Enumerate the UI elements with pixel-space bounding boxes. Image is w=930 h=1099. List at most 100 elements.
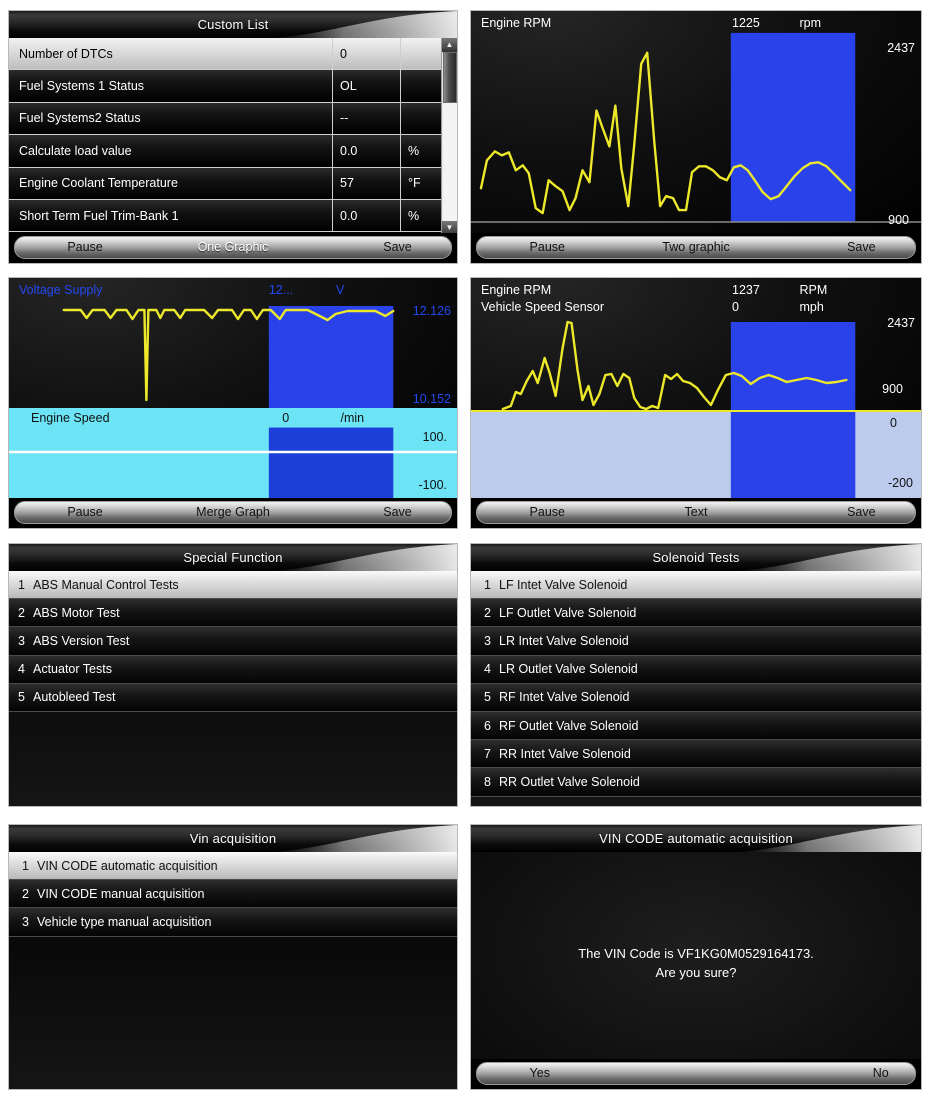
- list-item-label: RF Intet Valve Solenoid: [499, 690, 630, 705]
- list-item-number: 2: [18, 605, 25, 620]
- save-button[interactable]: Save: [383, 505, 412, 519]
- menu-list-special-function: 1 ABS Manual Control Tests 2 ABS Motor Test…: [9, 571, 457, 806]
- list-item[interactable]: 6 RF Outlet Valve Solenoid: [471, 711, 921, 741]
- scrollbar-track[interactable]: [442, 52, 457, 221]
- button-strip: Pause Text Save: [476, 500, 916, 524]
- save-button[interactable]: Save: [383, 240, 412, 254]
- list-item[interactable]: 8 RR Outlet Valve Solenoid: [471, 768, 921, 797]
- list-item[interactable]: 2 LF Outlet Valve Solenoid: [471, 599, 921, 628]
- graph-header-row-vss: Vehicle Speed Sensor 0 mph: [481, 299, 913, 316]
- panel-custom-list: Custom List Number of DTCs 0 Fuel Systems …: [8, 10, 458, 264]
- list-item-label: ABS Version Test: [33, 633, 130, 648]
- list-item-label: Actuator Tests: [33, 662, 112, 677]
- pause-button[interactable]: Pause: [67, 505, 102, 519]
- merge-graph-button[interactable]: Merge Graph: [196, 505, 270, 519]
- yes-button[interactable]: Yes: [530, 1066, 550, 1080]
- list-item[interactable]: 5 Autobleed Test: [9, 683, 457, 712]
- param-value: OL: [332, 70, 400, 102]
- list-item-label: RR Intet Valve Solenoid: [499, 746, 631, 761]
- subgraph-vehicle-speed[interactable]: 0 -200: [471, 410, 921, 498]
- list-item-label: LF Intet Valve Solenoid: [499, 577, 628, 592]
- top-axis-min-label: 900: [882, 382, 903, 396]
- list-item[interactable]: 5 RF Intet Valve Solenoid: [471, 683, 921, 712]
- subgraph-engine-rpm[interactable]: Engine RPM 1237 RPM Vehicle Speed Sensor…: [471, 278, 921, 410]
- param-unit: rpm: [799, 16, 822, 30]
- pause-button[interactable]: Pause: [67, 240, 102, 254]
- save-button[interactable]: Save: [847, 240, 876, 254]
- list-item[interactable]: 7 RR Intet Valve Solenoid: [471, 740, 921, 769]
- subgraph-voltage-supply[interactable]: Voltage Supply 12... V 12.126 10.152: [9, 278, 457, 408]
- param-value: 0.0: [332, 135, 400, 167]
- list-item-label: ABS Motor Test: [33, 605, 120, 620]
- menu-list-solenoid-tests: 1 LF Intet Valve Solenoid 2 LF Outlet Valve…: [471, 571, 921, 806]
- speed-axis-max-label: 100.: [422, 430, 447, 444]
- graph-header-row-rpm: Engine RPM 1237 RPM: [481, 282, 913, 299]
- panel-merge-graph: Voltage Supply 12... V 12.126 10.152 Eng…: [8, 277, 458, 529]
- speed-axis-min-label: -100.: [418, 478, 448, 492]
- list-item[interactable]: 3 Vehicle type manual acquisition: [9, 908, 457, 937]
- param-name: Engine Speed: [31, 411, 110, 425]
- scroll-up-icon[interactable]: ▲: [441, 38, 457, 52]
- list-item-number: 3: [22, 914, 29, 929]
- param-name: Short Term Fuel Trim-Bank 1: [19, 208, 179, 223]
- list-item-label: Autobleed Test: [33, 690, 116, 705]
- list-item[interactable]: 1 ABS Manual Control Tests: [9, 571, 457, 600]
- button-strip: Pause Merge Graph Save: [14, 500, 452, 524]
- scrollbar-thumb[interactable]: [442, 52, 457, 103]
- panel-vin-acquisition: Vin acquisition 1 VIN CODE automatic acqu…: [8, 824, 458, 1090]
- table-row[interactable]: Engine Coolant Temperature 57 °F: [9, 167, 457, 200]
- text-button[interactable]: Text: [685, 505, 708, 519]
- table-row[interactable]: Fuel Systems 1 Status OL: [9, 70, 457, 103]
- list-item-number: 4: [18, 662, 25, 677]
- panel-two-graphic: Engine RPM 1237 RPM Vehicle Speed Sensor…: [470, 277, 922, 529]
- list-item-label: VIN CODE automatic acquisition: [37, 858, 218, 873]
- list-item[interactable]: 4 LR Outlet Valve Solenoid: [471, 655, 921, 684]
- button-bar-merge-graph: Pause Merge Graph Save: [9, 498, 457, 528]
- param-name: Engine RPM: [481, 283, 552, 297]
- two-graphic-header: Engine RPM 1237 RPM Vehicle Speed Sensor…: [471, 278, 921, 316]
- save-button[interactable]: Save: [847, 505, 876, 519]
- param-unit: V: [336, 283, 345, 297]
- titlebar-custom-list: Custom List: [9, 11, 457, 38]
- button-strip: Yes No: [476, 1061, 916, 1085]
- button-bar-one-graphic: Pause Two graphic Save: [471, 233, 921, 263]
- graph-area-two-graphic[interactable]: Engine RPM 1237 RPM Vehicle Speed Sensor…: [471, 278, 921, 498]
- table-row[interactable]: Number of DTCs 0: [9, 38, 457, 71]
- graph-area-merge[interactable]: Voltage Supply 12... V 12.126 10.152 Eng…: [9, 278, 457, 498]
- list-item-number: 1: [18, 577, 25, 592]
- list-item[interactable]: 2 ABS Motor Test: [9, 599, 457, 628]
- pause-button[interactable]: Pause: [530, 505, 565, 519]
- param-unit: mph: [799, 300, 824, 314]
- panel-vin-confirm: VIN CODE automatic acquisition The VIN C…: [470, 824, 922, 1090]
- list-item[interactable]: 4 Actuator Tests: [9, 655, 457, 684]
- list-item-number: 2: [484, 605, 491, 620]
- voltage-axis-min-label: 10.152: [412, 392, 451, 406]
- list-item[interactable]: 2 VIN CODE manual acquisition: [9, 880, 457, 909]
- page-title: Special Function: [183, 550, 283, 565]
- param-name: Calculate load value: [19, 143, 132, 158]
- button-strip: Pause Two graphic Save: [476, 235, 916, 259]
- subgraph-engine-speed[interactable]: Engine Speed 0 /min 100. -100.: [9, 408, 457, 498]
- list-item[interactable]: 3 ABS Version Test: [9, 627, 457, 656]
- param-value: 0: [282, 411, 290, 425]
- list-item[interactable]: 1 LF Intet Valve Solenoid: [471, 571, 921, 600]
- list-item[interactable]: 3 LR Intet Valve Solenoid: [471, 627, 921, 656]
- pause-button[interactable]: Pause: [530, 240, 565, 254]
- list-item-number: 1: [484, 577, 491, 592]
- table-row[interactable]: Short Term Fuel Trim-Bank 1 0.0%: [9, 199, 457, 233]
- list-item[interactable]: 1 VIN CODE automatic acquisition: [9, 852, 457, 881]
- param-value: 0: [332, 38, 400, 70]
- list-item-label: LR Outlet Valve Solenoid: [499, 662, 638, 677]
- param-value: 0.0: [332, 199, 400, 232]
- table-row[interactable]: Calculate load value 0.0%: [9, 135, 457, 168]
- list-item-number: 5: [18, 690, 25, 705]
- one-graphic-button[interactable]: One Graphic: [198, 240, 269, 254]
- list-item-number: 8: [484, 774, 491, 789]
- two-graphic-button[interactable]: Two graphic: [662, 240, 729, 254]
- vertical-scrollbar[interactable]: ▲ ▼: [441, 38, 457, 235]
- vss-trace-svg: [471, 410, 921, 498]
- graph-area-engine-rpm[interactable]: Engine RPM 1225 rpm 2437 900: [471, 11, 921, 233]
- table-row[interactable]: Fuel Systems2 Status --: [9, 102, 457, 136]
- page-title: Vin acquisition: [189, 831, 277, 846]
- no-button[interactable]: No: [873, 1066, 889, 1080]
